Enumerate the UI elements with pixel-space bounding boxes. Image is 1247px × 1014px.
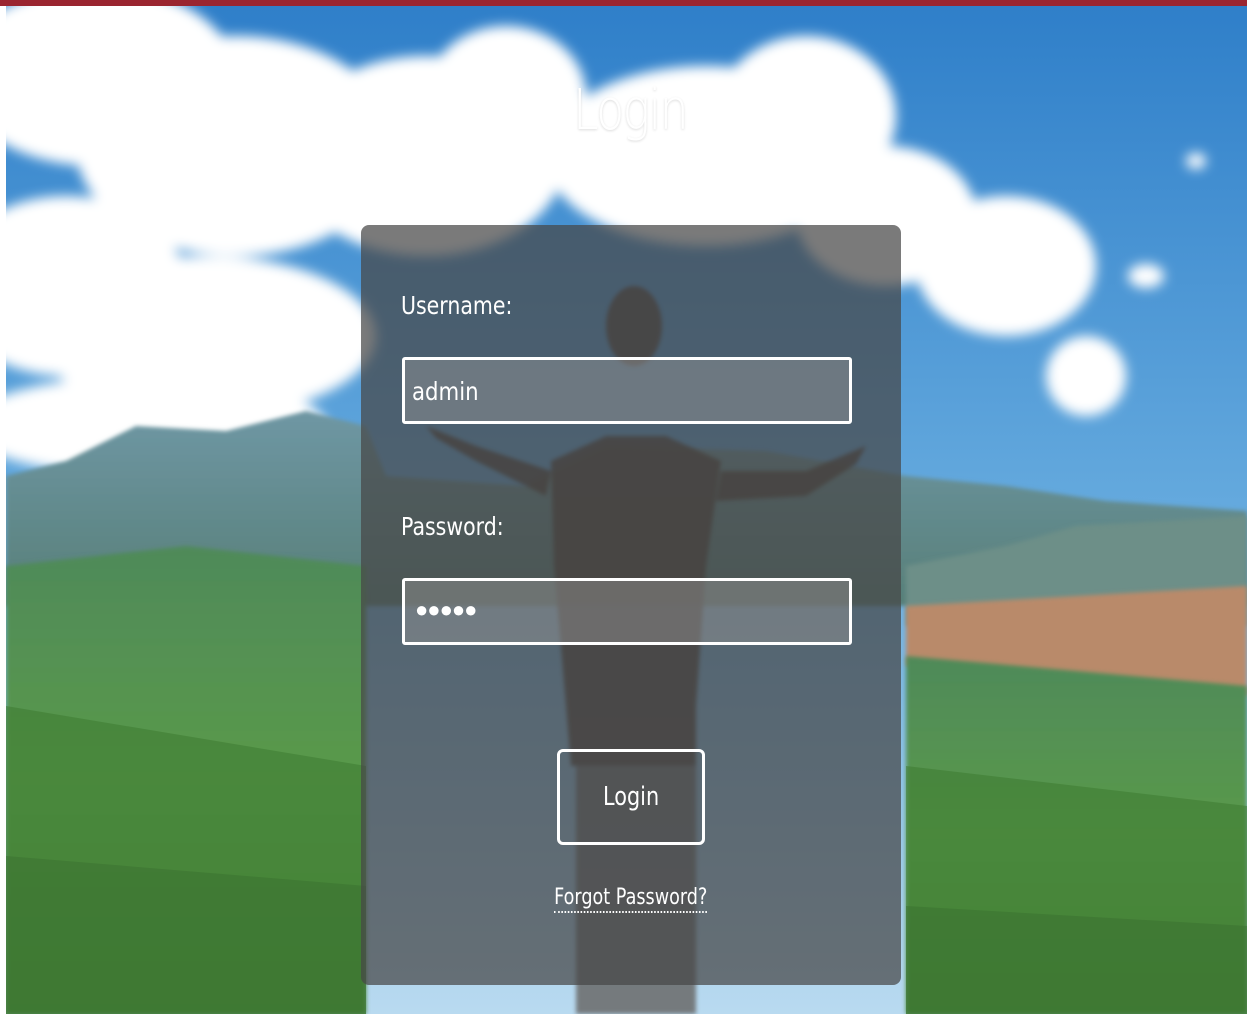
forgot-password-link[interactable]: Forgot Password? [361,885,901,913]
login-button[interactable]: Login [557,749,705,845]
login-button-label: Login [602,782,660,812]
forgot-password-label: Forgot Password? [554,885,708,913]
top-accent-bar [0,0,1247,6]
login-form: Username: admin Password: ●●●●● Login Fo… [361,225,901,985]
login-page: Login Username: admin Password: ●●●●● Lo… [0,0,1247,1014]
username-input[interactable] [402,357,852,424]
password-input[interactable] [402,578,852,645]
page-title: Login [572,78,689,143]
password-label: Password: [401,512,504,541]
username-label: Username: [401,291,513,320]
